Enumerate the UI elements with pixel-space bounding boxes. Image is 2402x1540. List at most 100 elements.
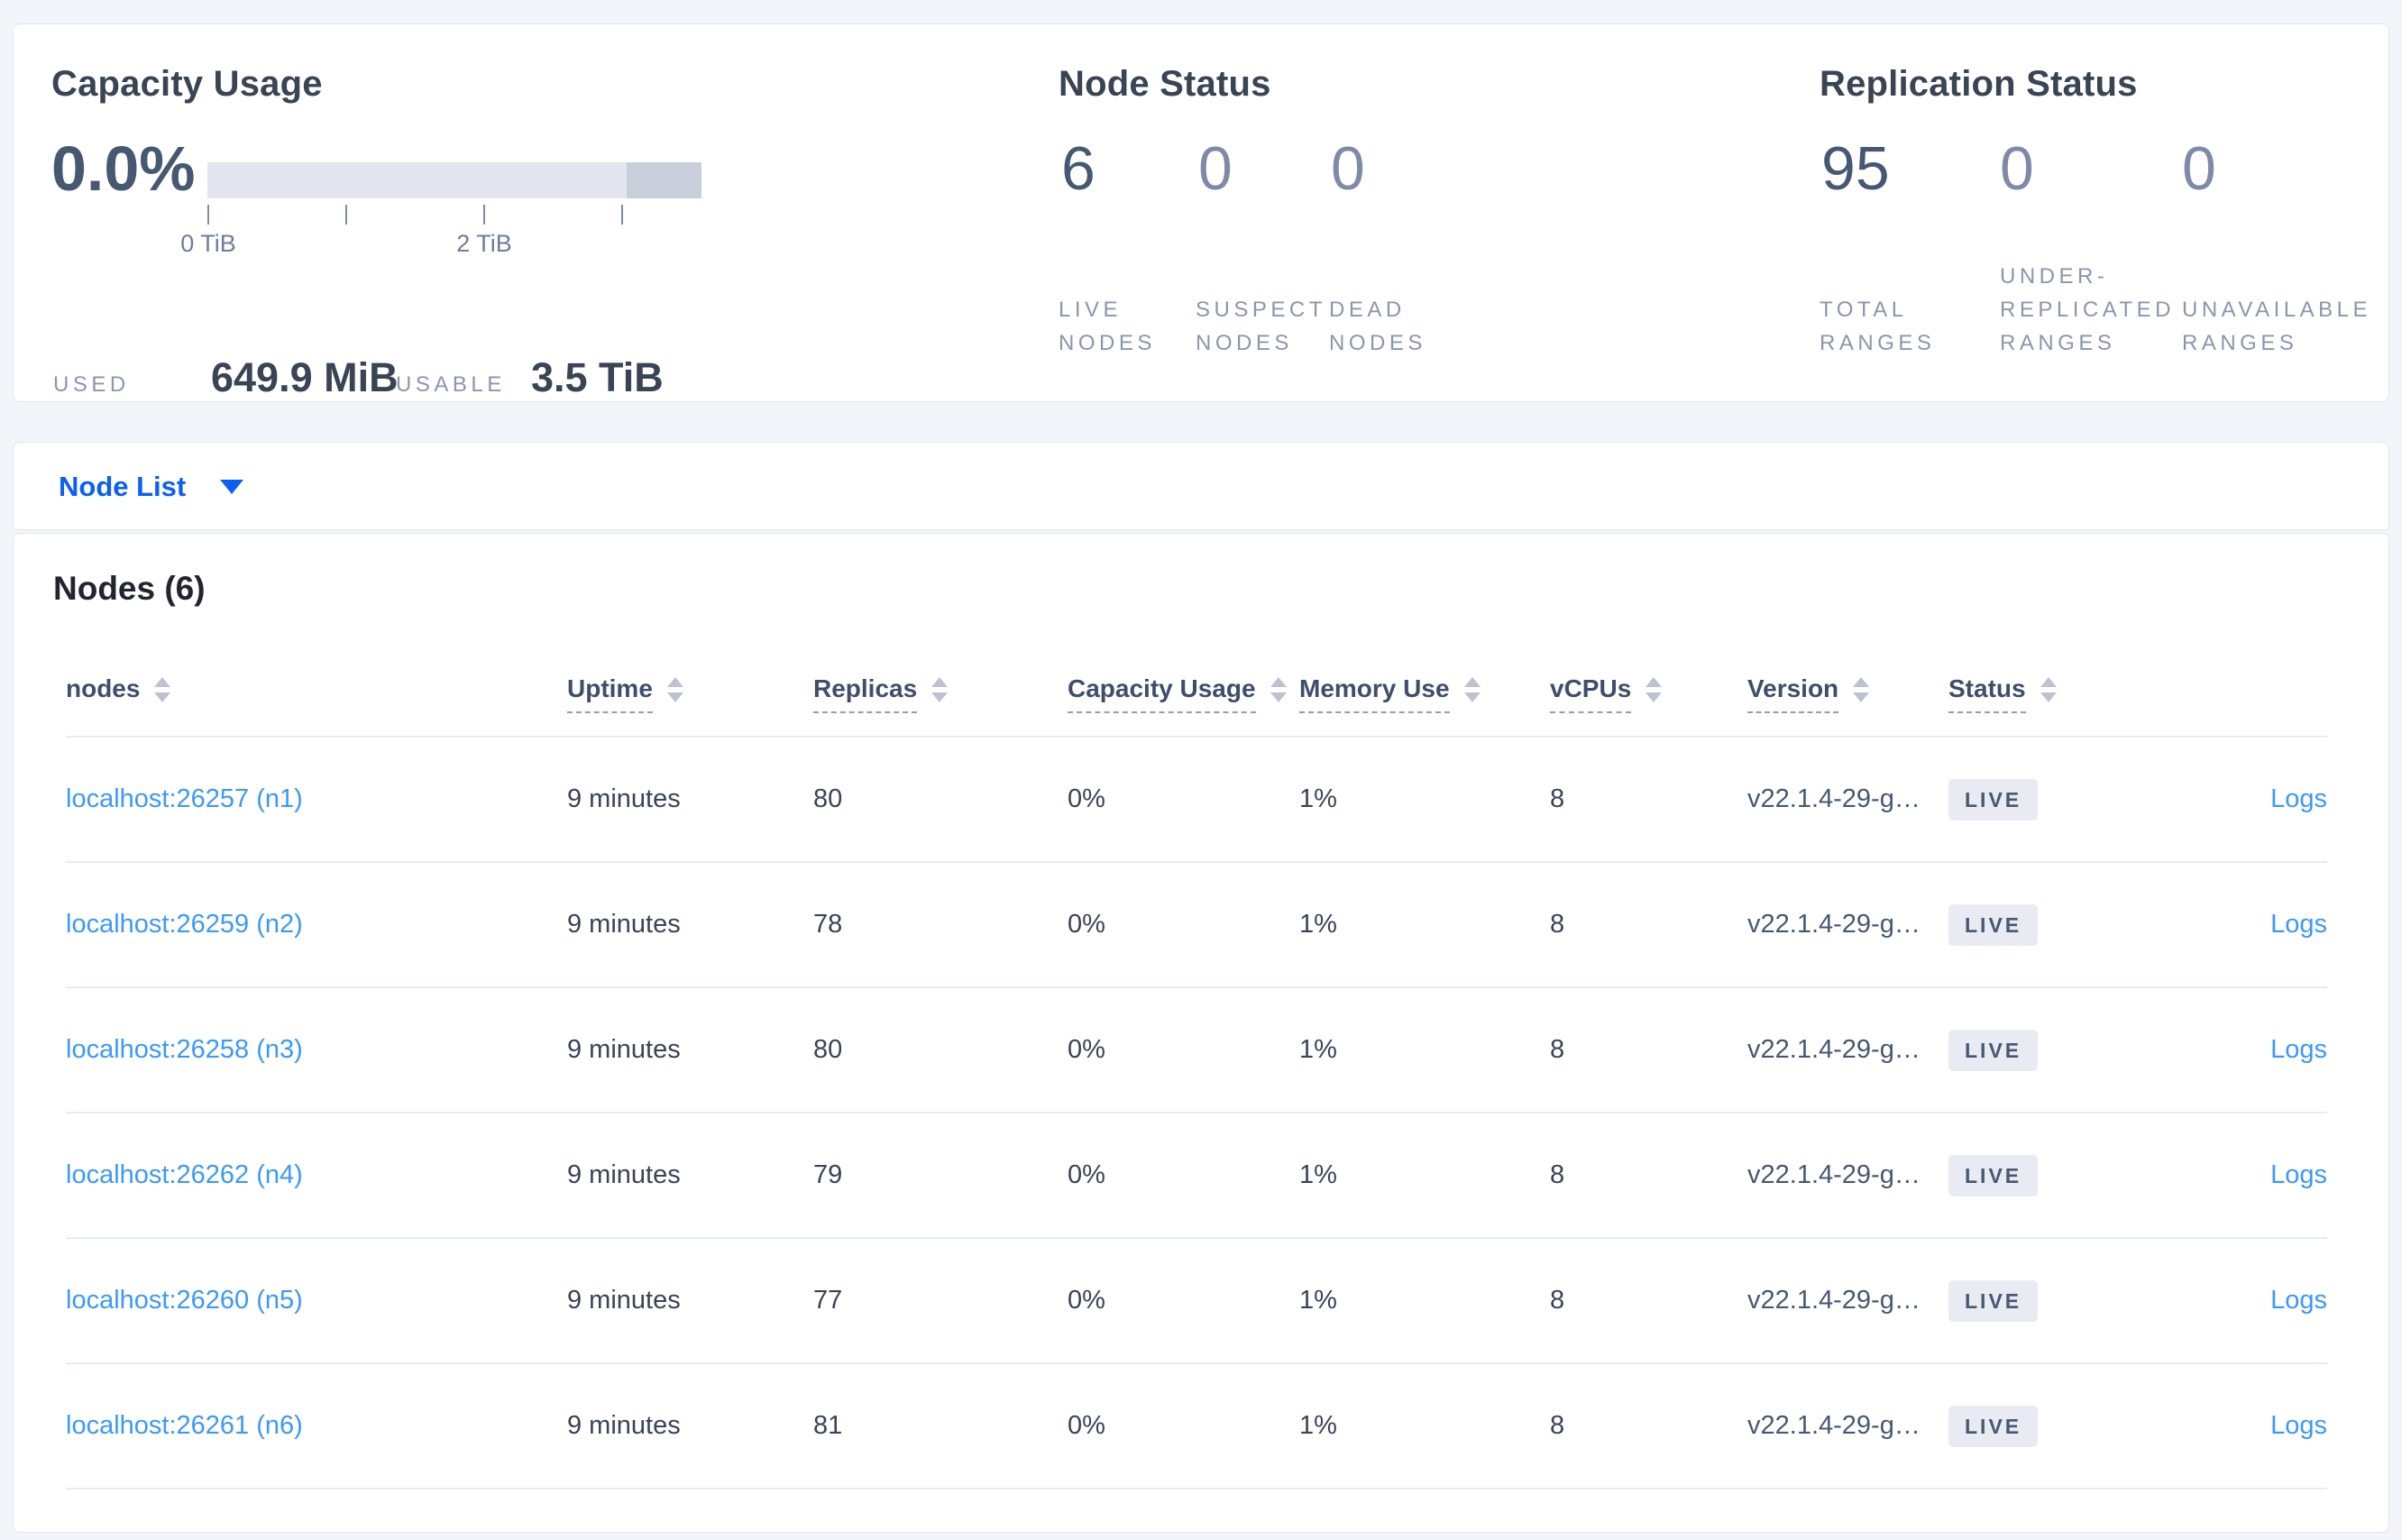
sort-icon (666, 677, 683, 702)
table-row: localhost:26257 (n1) 9 minutes 80 0% 1% … (66, 738, 2327, 863)
logs-link[interactable]: Logs (2270, 784, 2327, 813)
live-nodes-count: 6 (1061, 134, 1096, 203)
uptime-cell: 9 minutes (567, 1035, 681, 1064)
logs-link[interactable]: Logs (2270, 1286, 2327, 1315)
total-ranges-count: 95 (1821, 134, 1890, 203)
vcpus-cell: 8 (1550, 1286, 1565, 1315)
unavailable-ranges-count: 0 (2182, 134, 2216, 203)
capacity-usage-title: Capacity Usage (51, 64, 323, 104)
table-header-row: nodes Uptime Replicas Capacity Usage Mem… (66, 651, 2327, 738)
view-switcher-bar: Node List (13, 442, 2389, 530)
status-badge: LIVE (1948, 1405, 2039, 1447)
vcpus-cell: 8 (1550, 1160, 1565, 1189)
live-nodes-label: LIVE NODES (1059, 298, 1156, 355)
uptime-cell: 9 minutes (567, 1286, 681, 1315)
vcpus-cell: 8 (1550, 1035, 1565, 1064)
column-header-vcpus[interactable]: vCPUs (1550, 674, 1747, 713)
replication-status-title: Replication Status (1820, 64, 2138, 104)
capacity-percent: 0.0% (51, 133, 196, 204)
replicas-cell: 78 (813, 910, 843, 939)
node-link[interactable]: localhost:26260 (n5) (66, 1286, 303, 1315)
unavailable-ranges-label: UNAVAILABLE RANGES (2182, 298, 2372, 355)
suspect-nodes-count: 0 (1198, 134, 1233, 203)
column-header-replicas[interactable]: Replicas (813, 674, 1068, 713)
table-row: localhost:26260 (n5) 9 minutes 77 0% 1% … (66, 1239, 2327, 1364)
node-status-title: Node Status (1059, 64, 1271, 104)
used-value: 649.9 MiB (211, 354, 399, 400)
uptime-cell: 9 minutes (567, 1411, 681, 1440)
table-row: localhost:26262 (n4) 9 minutes 79 0% 1% … (66, 1114, 2327, 1239)
node-link[interactable]: localhost:26261 (n6) (66, 1411, 303, 1440)
usable-label: USABLE (396, 372, 506, 397)
nodes-table-card: Nodes (6) nodes Uptime Replicas Capacity… (13, 533, 2389, 1533)
node-list-dropdown[interactable]: Node List (59, 443, 244, 531)
column-header-uptime[interactable]: Uptime (567, 674, 813, 713)
axis-tick (345, 205, 347, 225)
replicas-cell: 80 (813, 784, 843, 813)
replicas-cell: 79 (813, 1160, 843, 1189)
capacity-usage-cell: 0% (1068, 784, 1105, 813)
memory-use-cell: 1% (1299, 1160, 1337, 1189)
status-badge: LIVE (1948, 1279, 2039, 1322)
node-link[interactable]: localhost:26262 (n4) (66, 1160, 303, 1189)
version-cell: v22.1.4-29-g… (1747, 910, 1921, 939)
logs-link[interactable]: Logs (2270, 1160, 2327, 1189)
column-header-memory-use[interactable]: Memory Use (1299, 674, 1550, 713)
sort-icon (1646, 677, 1663, 702)
axis-tick (483, 205, 485, 225)
column-header-version[interactable]: Version (1747, 674, 1948, 713)
sort-icon (1463, 677, 1481, 702)
suspect-nodes-label: SUSPECT NODES (1196, 298, 1326, 355)
column-header-nodes[interactable]: nodes (66, 674, 567, 713)
capacity-usage-cell: 0% (1068, 1286, 1105, 1315)
memory-use-cell: 1% (1299, 1286, 1337, 1315)
capacity-usage-cell: 0% (1068, 1411, 1105, 1440)
sort-icon (2040, 677, 2057, 702)
chevron-down-icon (220, 480, 244, 494)
axis-tick (207, 205, 209, 225)
vcpus-cell: 8 (1550, 1411, 1565, 1440)
dead-nodes-count: 0 (1331, 134, 1365, 203)
version-cell: v22.1.4-29-g… (1747, 1035, 1921, 1064)
table-row: localhost:26259 (n2) 9 minutes 78 0% 1% … (66, 863, 2327, 988)
capacity-usage-cell: 0% (1068, 1160, 1105, 1189)
memory-use-cell: 1% (1299, 1411, 1337, 1440)
version-cell: v22.1.4-29-g… (1747, 1411, 1921, 1440)
status-badge: LIVE (1948, 903, 2039, 946)
table-row: localhost:26258 (n3) 9 minutes 80 0% 1% … (66, 988, 2327, 1114)
sort-icon (154, 677, 171, 702)
uptime-cell: 9 minutes (567, 910, 681, 939)
dead-nodes-label: DEAD NODES (1329, 298, 1426, 355)
replicas-cell: 77 (813, 1286, 843, 1315)
nodes-table-title: Nodes (6) (53, 570, 206, 607)
version-cell: v22.1.4-29-g… (1747, 1160, 1921, 1189)
usable-value: 3.5 TiB (531, 354, 664, 400)
capacity-bar (207, 162, 701, 198)
sort-icon (931, 677, 949, 702)
logs-link[interactable]: Logs (2270, 1411, 2327, 1440)
column-header-capacity-usage[interactable]: Capacity Usage (1068, 674, 1299, 713)
uptime-cell: 9 minutes (567, 784, 681, 813)
logs-link[interactable]: Logs (2270, 910, 2327, 939)
capacity-bar-other-segment (627, 162, 701, 198)
nodes-table: nodes Uptime Replicas Capacity Usage Mem… (66, 651, 2327, 1490)
axis-tick-label: 0 TiB (180, 230, 236, 257)
node-link[interactable]: localhost:26259 (n2) (66, 910, 303, 939)
memory-use-cell: 1% (1299, 910, 1337, 939)
status-badge: LIVE (1948, 778, 2039, 820)
sort-icon (1270, 677, 1287, 702)
node-link[interactable]: localhost:26258 (n3) (66, 1035, 303, 1064)
node-link[interactable]: localhost:26257 (n1) (66, 784, 303, 813)
node-list-dropdown-label: Node List (59, 471, 187, 502)
vcpus-cell: 8 (1550, 784, 1565, 813)
total-ranges-label: TOTAL RANGES (1820, 298, 1936, 355)
status-badge: LIVE (1948, 1154, 2039, 1196)
axis-tick (621, 205, 623, 225)
status-badge: LIVE (1948, 1029, 2039, 1071)
axis-tick-label: 2 TiB (456, 230, 512, 257)
capacity-usage-cell: 0% (1068, 1035, 1105, 1064)
memory-use-cell: 1% (1299, 1035, 1337, 1064)
column-header-status[interactable]: Status (1948, 674, 2147, 713)
vcpus-cell: 8 (1550, 910, 1565, 939)
logs-link[interactable]: Logs (2270, 1035, 2327, 1064)
